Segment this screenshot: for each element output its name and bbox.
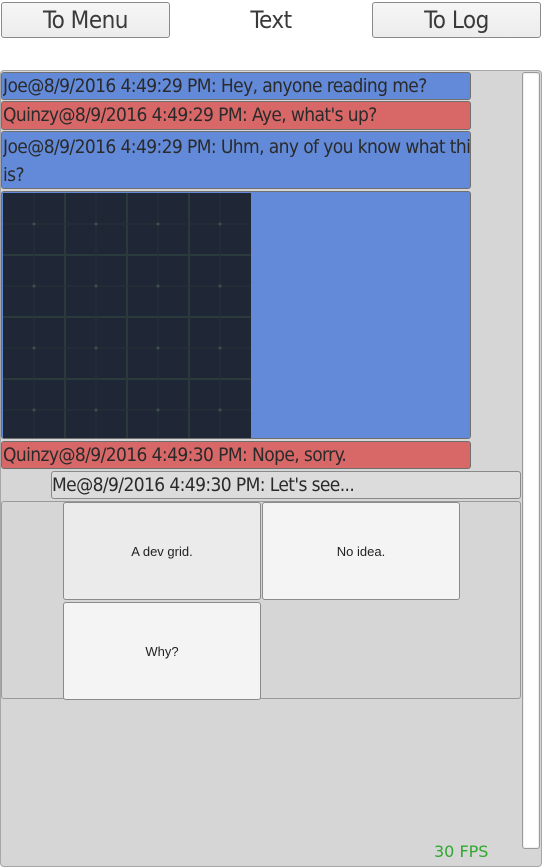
- chat-message: Quinzy@8/9/2016 4:49:30 PM: Nope, sorry.: [1, 441, 471, 469]
- at-separator: @: [27, 75, 44, 97]
- reply-choices-panel: A dev grid. No idea. Why?: [1, 501, 521, 700]
- choice-button-no-idea[interactable]: No idea.: [262, 502, 460, 600]
- colon-separator: :: [259, 474, 270, 496]
- at-separator: @: [76, 474, 93, 496]
- message-sender: Joe: [3, 75, 28, 97]
- at-separator: @: [58, 444, 75, 466]
- message-text: Hey, anyone reading me?: [220, 75, 427, 97]
- app-root: To Menu Text To Log Joe@8/9/2016 4:49:29…: [0, 0, 542, 867]
- dev-grid-image: [3, 193, 251, 438]
- message-timestamp: 8/9/2016 4:49:29 PM: [74, 104, 243, 126]
- chat-message-line: Joe@8/9/2016 4:49:29 PM: Uhm, any of you…: [3, 132, 470, 162]
- chat-message: Joe@8/9/2016 4:49:29 PM: Hey, anyone rea…: [1, 72, 471, 100]
- screen-title: Text: [250, 6, 292, 34]
- top-bar: To Menu Text To Log: [0, 0, 542, 44]
- message-sender: Joe: [3, 136, 28, 158]
- choice-button-why[interactable]: Why?: [63, 602, 261, 700]
- to-log-button[interactable]: To Log: [372, 2, 541, 38]
- chat-scrollbar[interactable]: [522, 72, 540, 849]
- message-text: Let's see...: [269, 474, 355, 496]
- message-text: Nope, sorry.: [252, 444, 347, 466]
- message-timestamp: 8/9/2016 4:49:29 PM: [43, 75, 212, 97]
- message-text: Aye, what's up?: [252, 104, 377, 126]
- at-separator: @: [27, 136, 44, 158]
- chat-message-line: Quinzy@8/9/2016 4:49:29 PM: Aye, what's …: [3, 102, 470, 129]
- choice-button-dev-grid[interactable]: A dev grid.: [63, 502, 261, 600]
- colon-separator: :: [210, 136, 221, 158]
- scrollbar-thumb[interactable]: [524, 74, 538, 847]
- image-message: [1, 191, 471, 439]
- chat-message: Joe@8/9/2016 4:49:29 PM: Uhm, any of you…: [1, 131, 471, 189]
- my-message: Me@8/9/2016 4:49:30 PM: Let's see...: [51, 471, 521, 499]
- to-menu-button[interactable]: To Menu: [1, 2, 170, 38]
- message-sender: Quinzy: [3, 444, 59, 466]
- chat-message-line: Quinzy@8/9/2016 4:49:30 PM: Nope, sorry.: [3, 442, 470, 468]
- at-separator: @: [58, 104, 75, 126]
- fps-counter: 30 FPS: [434, 842, 489, 861]
- message-timestamp: 8/9/2016 4:49:30 PM: [74, 444, 243, 466]
- message-text: Uhm, any of you know what this: [220, 136, 470, 158]
- colon-separator: :: [210, 75, 221, 97]
- message-timestamp: 8/9/2016 4:49:30 PM: [92, 474, 261, 496]
- chat-message-line: is?: [3, 162, 470, 188]
- message-sender: Me: [52, 474, 77, 496]
- colon-separator: :: [242, 104, 253, 126]
- colon-separator: :: [242, 444, 253, 466]
- message-text-continuation: is?: [3, 164, 25, 186]
- chat-message: Quinzy@8/9/2016 4:49:29 PM: Aye, what's …: [1, 101, 471, 130]
- message-sender: Quinzy: [3, 104, 59, 126]
- chat-message-line: Joe@8/9/2016 4:49:29 PM: Hey, anyone rea…: [3, 73, 470, 99]
- message-timestamp: 8/9/2016 4:49:29 PM: [43, 136, 212, 158]
